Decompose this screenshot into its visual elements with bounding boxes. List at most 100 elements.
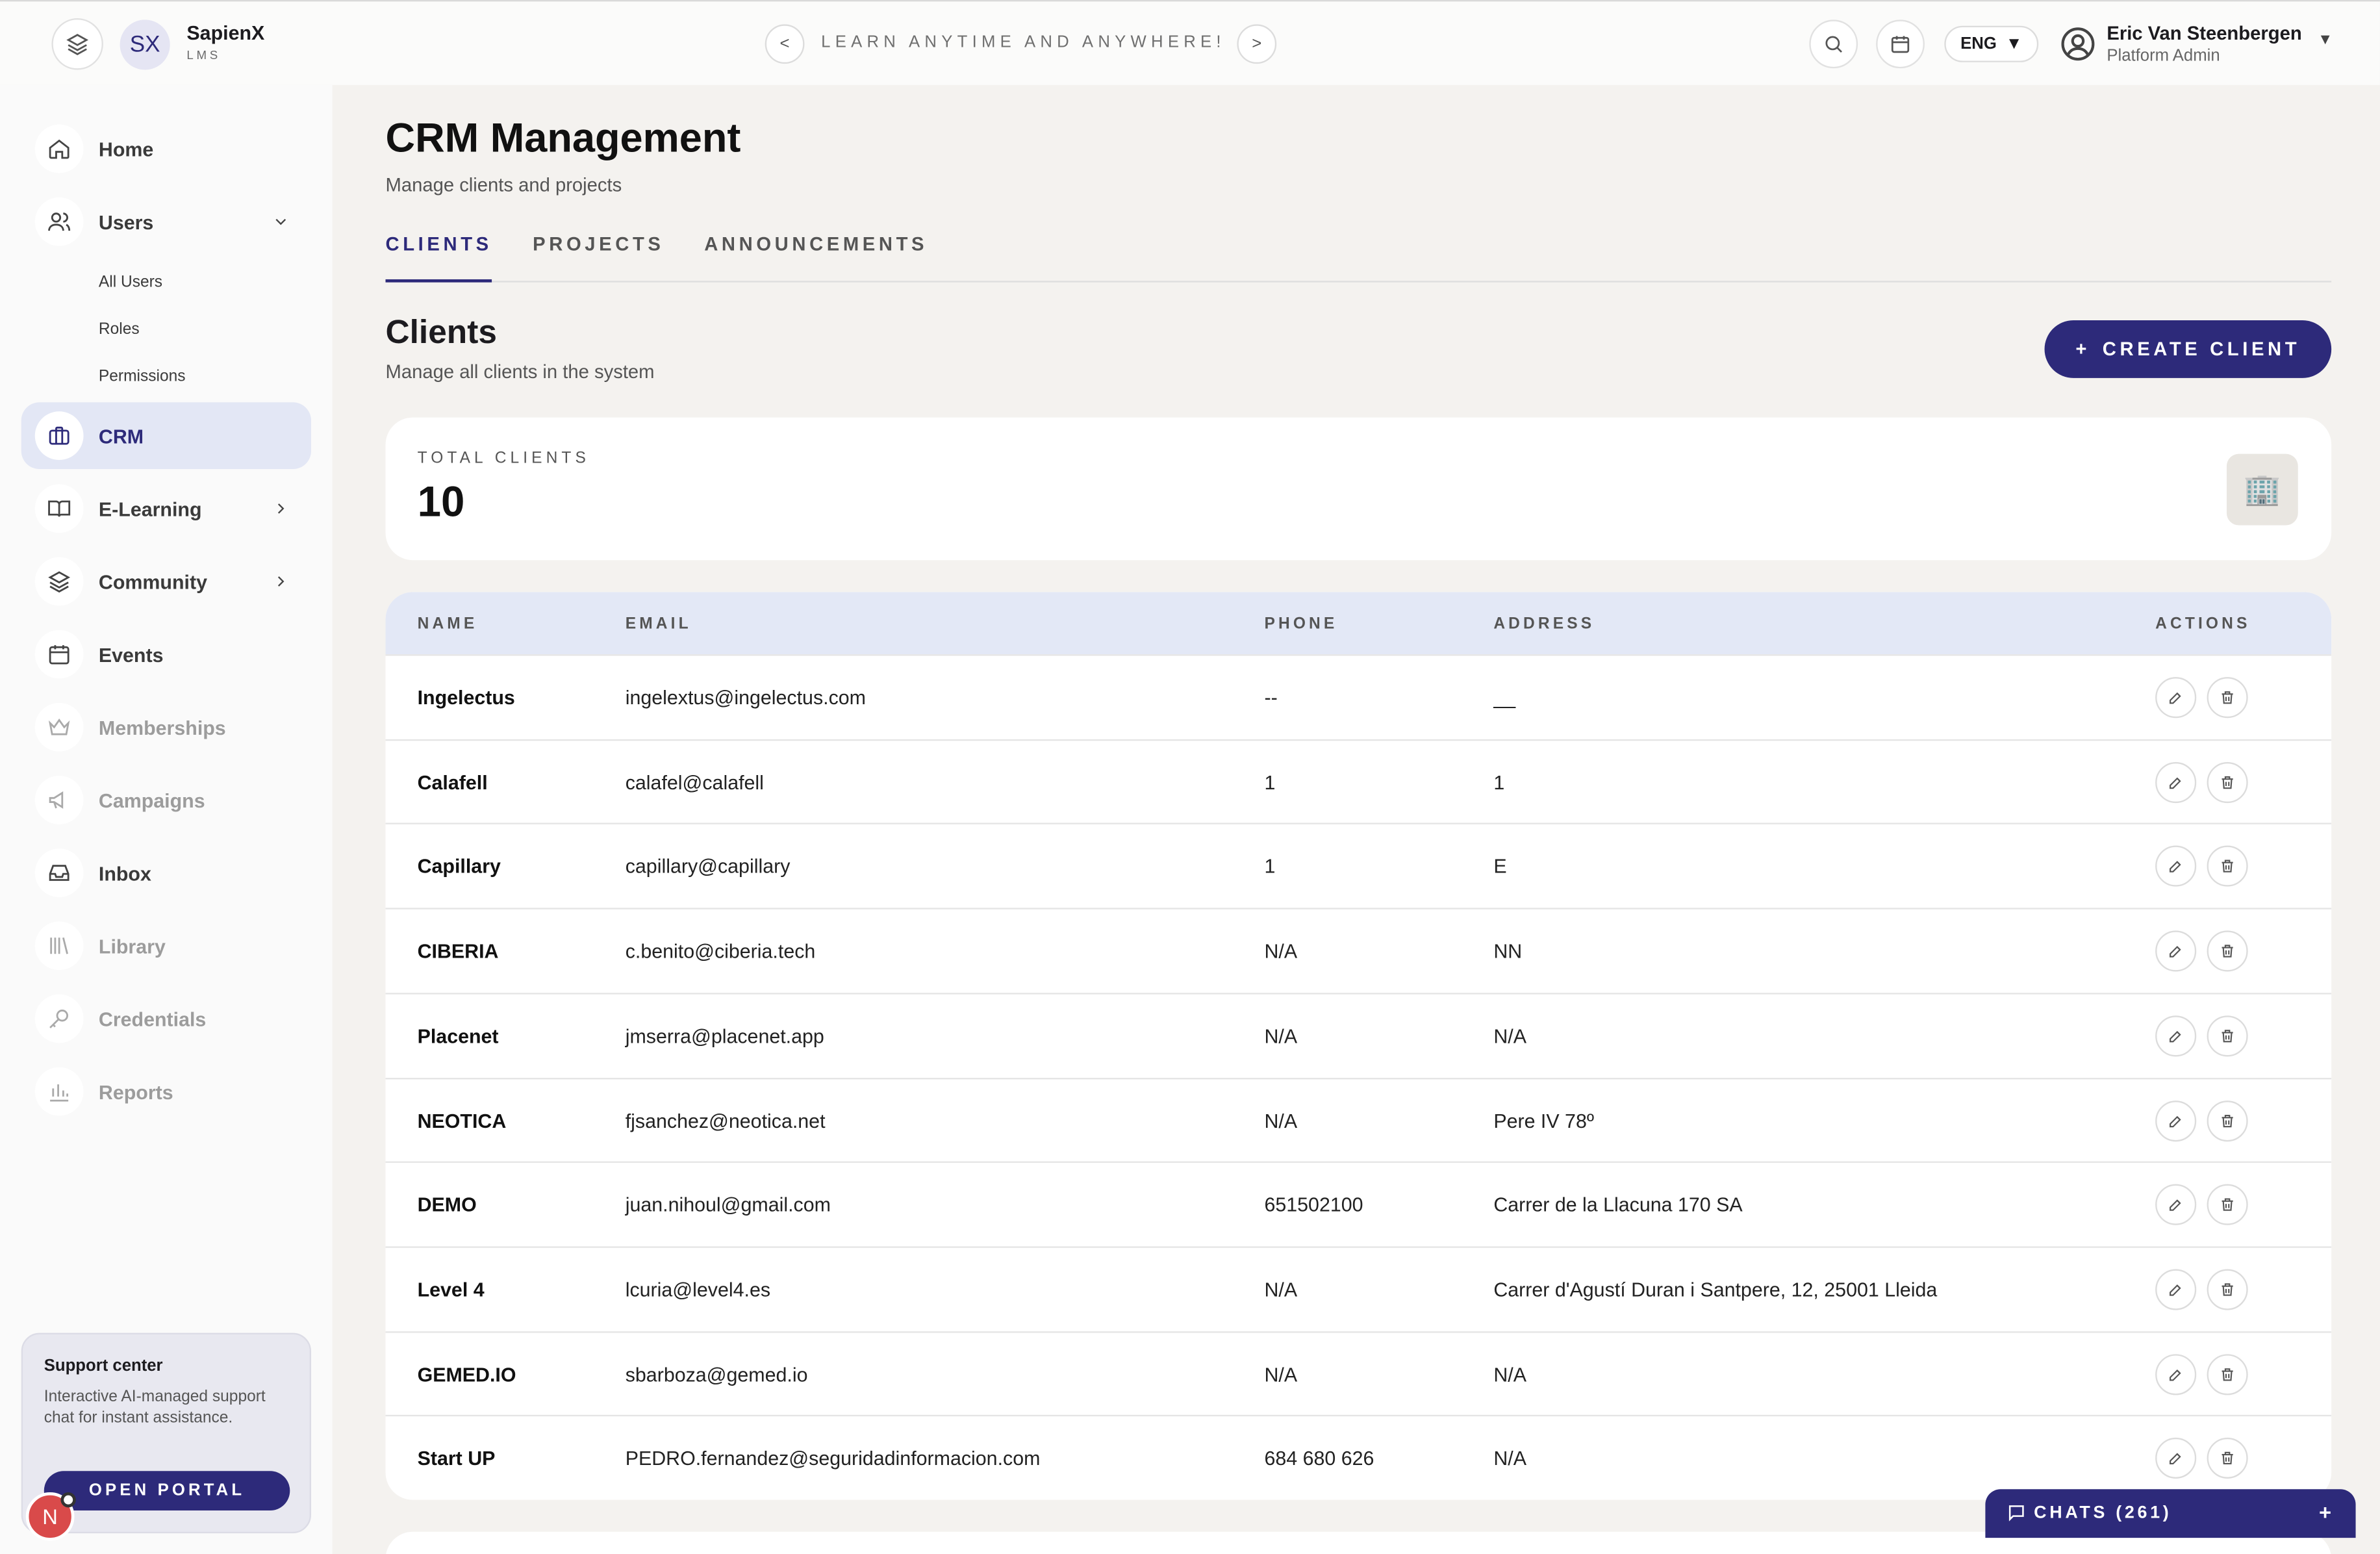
status-dot-icon [60,1492,76,1508]
delete-button[interactable] [2207,761,2248,803]
edit-button[interactable] [2155,1353,2197,1395]
edit-button[interactable] [2155,761,2197,803]
sidebar-item-label: Credentials [98,1007,207,1030]
tagline: LEARN ANYTIME AND ANYWHERE! [821,33,1226,52]
language-select[interactable]: ENG ▼ [1944,25,2039,62]
sidebar-item-label: E-Learning [98,497,202,520]
cell-email: calafel@calafell [625,771,764,794]
edit-button[interactable] [2155,930,2197,972]
open-portal-button[interactable]: OPEN PORTAL [44,1471,290,1511]
chats-bar[interactable]: CHATS (261) + [1985,1489,2356,1538]
delete-button[interactable] [2207,1184,2248,1226]
cell-email: sbarboza@gemed.io [625,1362,808,1386]
user-avatar[interactable] [2060,26,2096,62]
column-header-actions: ACTIONS [2155,615,2251,633]
table-row[interactable]: Capillary capillary@capillary 1 E [385,823,2332,908]
sidebar-item-reports[interactable]: Reports [21,1058,311,1125]
sidebar-item-label: Reports [98,1080,173,1103]
calendar-icon [1890,33,1911,55]
create-client-button[interactable]: + CREATE CLIENT [2044,320,2332,378]
trash-icon [2219,774,2236,791]
edit-icon [2168,1197,2184,1214]
megaphone-icon [34,776,84,824]
sidebar-item-credentials[interactable]: Credentials [21,986,311,1052]
tab-announcements[interactable]: ANNOUNCEMENTS [704,234,928,283]
key-icon [34,994,84,1043]
delete-button[interactable] [2207,846,2248,887]
layers-icon [34,557,84,606]
tab-clients[interactable]: CLIENTS [385,234,492,283]
edit-button[interactable] [2155,1184,2197,1226]
table-row[interactable]: CIBERIA c.benito@ciberia.tech N/A NN [385,908,2332,993]
edit-button[interactable] [2155,1269,2197,1310]
cell-phone: 684 680 626 [1264,1447,1374,1470]
sidebar-item-events[interactable]: Events [21,621,311,688]
column-header-name: NAME [417,615,478,633]
table-row[interactable]: Calafell calafel@calafell 1 1 [385,739,2332,823]
table-row[interactable]: DEMO juan.nihoul@gmail.com 651502100 Carrer… [385,1162,2332,1246]
chevron-right-icon [272,500,290,518]
sidebar-item-community[interactable]: Community [21,548,311,615]
cell-address: Carrer d'Agustí Duran i Santpere, 12, 25… [1493,1278,1938,1301]
edit-button[interactable] [2155,1015,2197,1056]
delete-button[interactable] [2207,1269,2248,1310]
tagline-prev-button[interactable]: < [765,24,805,64]
delete-button[interactable] [2207,930,2248,972]
sidebar-item-library[interactable]: Library [21,912,311,979]
cell-phone: N/A [1264,1024,1298,1047]
sidebar-item-label: Inbox [98,861,151,885]
cell-email: capillary@capillary [625,855,791,878]
trash-icon [2219,689,2236,706]
tab-projects[interactable]: PROJECTS [533,234,664,283]
delete-button[interactable] [2207,1099,2248,1141]
sidebar-item-label: CRM [98,424,144,448]
sidebar-subitem-permissions[interactable]: Permissions [99,367,186,385]
sidebar-subitem-all-users[interactable]: All Users [99,274,162,292]
edit-button[interactable] [2155,677,2197,719]
delete-button[interactable] [2207,1015,2248,1056]
calendar-button[interactable] [1876,19,1925,69]
cell-address: N/A [1493,1024,1526,1047]
brand-subtitle: LMS [186,48,221,62]
sidebar-item-label: Users [98,210,154,233]
sidebar-item-inbox[interactable]: Inbox [21,839,311,906]
column-header-phone: PHONE [1264,615,1338,633]
search-button[interactable] [1809,19,1858,69]
sidebar-subitem-roles[interactable]: Roles [99,320,140,338]
table-row[interactable]: Placenet jmserra@placenet.app N/A N/A [385,992,2332,1077]
sidebar-item-campaigns[interactable]: Campaigns [21,767,311,834]
delete-button[interactable] [2207,677,2248,719]
caret-down-icon: ▼ [2005,34,2023,53]
sidebar-item-home[interactable]: Home [21,116,311,183]
sidebar-item-users[interactable]: Users [21,188,311,255]
sidebar-item-memberships[interactable]: Memberships [21,694,311,761]
tagline-next-button[interactable]: > [1237,24,1277,64]
brand-logo: SX [120,19,170,70]
delete-button[interactable] [2207,1353,2248,1395]
chat-bubble-icon [2007,1503,2026,1522]
users-icon [34,197,84,246]
table-row[interactable]: GEMED.IO sbarboza@gemed.io N/A N/A [385,1331,2332,1415]
bar-chart-icon [34,1067,84,1116]
table-row[interactable]: Ingelectus ingelextus@ingelectus.com -- __ [385,654,2332,739]
table-row[interactable]: Level 4 lcuria@level4.es N/A Carrer d'Agust… [385,1246,2332,1331]
edit-button[interactable] [2155,1438,2197,1479]
cell-address: 1 [1493,771,1505,794]
sidebar-item-e-learning[interactable]: E-Learning [21,475,311,542]
cell-name: Level 4 [417,1278,485,1301]
table-row[interactable]: NEOTICA fjsanchez@neotica.net N/A Pere IV 7… [385,1076,2332,1162]
edit-button[interactable] [2155,846,2197,887]
plus-icon: + [2075,338,2091,360]
cell-name: NEOTICA [417,1108,507,1132]
cell-address: N/A [1493,1447,1526,1470]
sidebar-item-crm[interactable]: CRM [21,402,312,470]
user-role: Platform Admin [2107,47,2220,66]
table-row[interactable]: Start UP PEDRO.fernandez@seguridadinforma… [385,1415,2332,1499]
book-icon [34,484,84,533]
layers-menu-button[interactable] [51,18,103,70]
section-subtitle: Manage all clients in the system [385,361,655,383]
user-menu-caret-icon[interactable]: ▼ [2318,32,2333,49]
plus-icon[interactable]: + [2319,1500,2335,1524]
delete-button[interactable] [2207,1438,2248,1479]
edit-button[interactable] [2155,1099,2197,1141]
